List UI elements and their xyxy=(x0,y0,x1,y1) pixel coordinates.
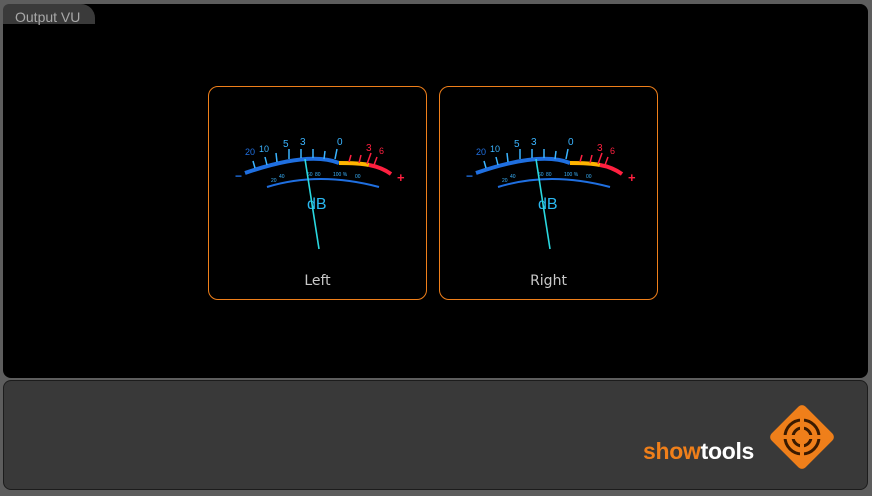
scale-label-5: 5 xyxy=(283,139,289,150)
tab-label: Output VU xyxy=(15,9,81,25)
db-unit-label: dB xyxy=(538,196,558,213)
vu-meter-face: 20 10 5 3 0 3 6 20 40 60 80 100 % 00 − +… xyxy=(235,137,405,250)
plus-symbol: + xyxy=(397,170,405,185)
scale-pct-20: 20 xyxy=(271,178,277,184)
tab-output-vu[interactable]: Output VU xyxy=(3,4,95,25)
scale-label-plus3: 3 xyxy=(597,143,603,154)
meter-label-left: Left xyxy=(304,273,331,289)
scale-label-10: 10 xyxy=(490,144,500,154)
brand-tools: tools xyxy=(700,438,755,464)
scale-pct-40: 40 xyxy=(510,174,516,180)
scale-label-5: 5 xyxy=(514,139,520,150)
showtools-wordmark: showtools xyxy=(643,438,754,465)
scale-pct-40: 40 xyxy=(279,174,285,180)
minus-symbol: − xyxy=(466,169,473,183)
scale-pct-100: 100 % xyxy=(564,172,579,178)
scale-pct-20: 20 xyxy=(502,178,508,184)
scale-label-plus6: 6 xyxy=(610,146,615,156)
scale-label-0: 0 xyxy=(337,137,343,148)
minus-symbol: − xyxy=(235,169,242,183)
scale-pct-100: 100 % xyxy=(333,172,348,178)
db-unit-label: dB xyxy=(307,196,327,213)
scale-pct-80: 80 xyxy=(546,172,552,178)
scale-label-10: 10 xyxy=(259,144,269,154)
scale-label-20: 20 xyxy=(476,147,486,157)
brand-show: show xyxy=(643,438,701,464)
scale-label-0: 0 xyxy=(568,137,574,148)
plus-symbol: + xyxy=(628,170,636,185)
scale-label-plus3: 3 xyxy=(366,143,372,154)
scale-pct-00: 00 xyxy=(355,174,361,180)
vu-meter-face: 20 10 5 3 0 3 6 20 40 60 80 100 % 00 − +… xyxy=(466,137,636,250)
scale-label-20: 20 xyxy=(245,147,255,157)
bottom-panel xyxy=(3,380,868,490)
vu-meter-right: 20 10 5 3 0 3 6 20 40 60 80 100 % 00 − +… xyxy=(439,86,658,300)
scale-pct-80: 80 xyxy=(315,172,321,178)
scale-label-plus6: 6 xyxy=(379,146,384,156)
meter-label-right: Right xyxy=(530,273,567,289)
vu-meter-left: 20 10 5 3 0 3 6 20 40 60 80 100 % 00 − +… xyxy=(208,86,427,300)
vu-panel xyxy=(3,4,868,378)
scale-pct-00: 00 xyxy=(586,174,592,180)
showtools-logo-icon xyxy=(770,405,834,469)
scale-label-3: 3 xyxy=(531,137,537,148)
scale-label-3: 3 xyxy=(300,137,306,148)
